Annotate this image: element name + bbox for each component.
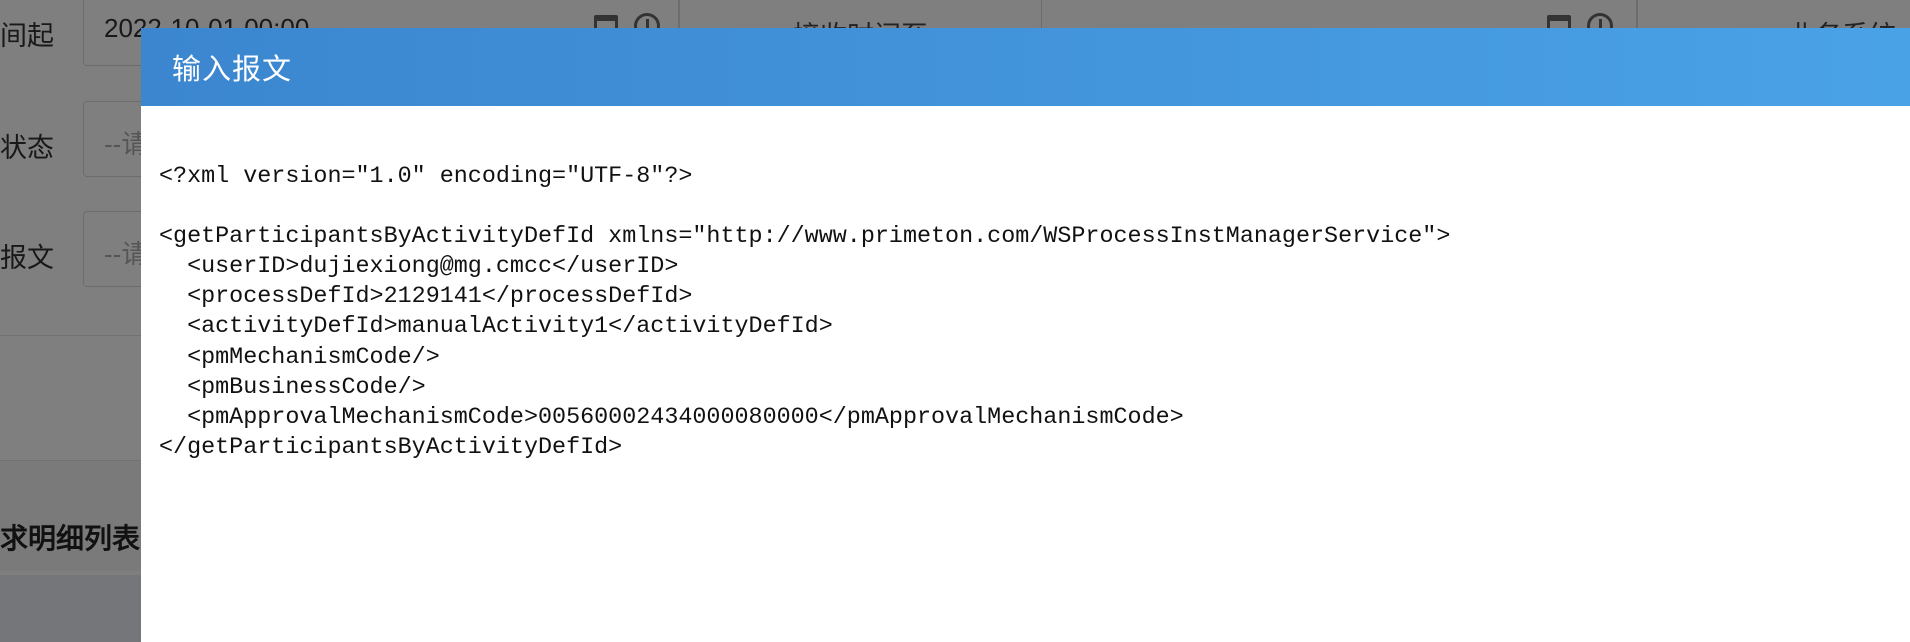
xml-line: <pmApprovalMechanismCode>005600024340000… — [159, 404, 1184, 431]
xml-content: <?xml version="1.0" encoding="UTF-8"?> <… — [159, 162, 1450, 463]
xml-line: <pmMechanismCode/> — [159, 344, 440, 371]
xml-line: <activityDefId>manualActivity1</activity… — [159, 314, 833, 341]
xml-line: <processDefId>2129141</processDefId> — [159, 284, 693, 311]
modal-header: 输入报文 — [141, 28, 1910, 106]
input-message-modal: 输入报文 <?xml version="1.0" encoding="UTF-8… — [141, 28, 1910, 642]
xml-line: </getParticipantsByActivityDefId> — [159, 434, 623, 461]
xml-line: <getParticipantsByActivityDefId xmlns="h… — [159, 224, 1451, 251]
xml-line: <pmBusinessCode/> — [159, 374, 426, 401]
xml-line: <userID>dujiexiong@mg.cmcc</userID> — [159, 254, 679, 281]
xml-line: <?xml version="1.0" encoding="UTF-8"?> — [159, 164, 693, 190]
modal-title: 输入报文 — [172, 54, 293, 86]
